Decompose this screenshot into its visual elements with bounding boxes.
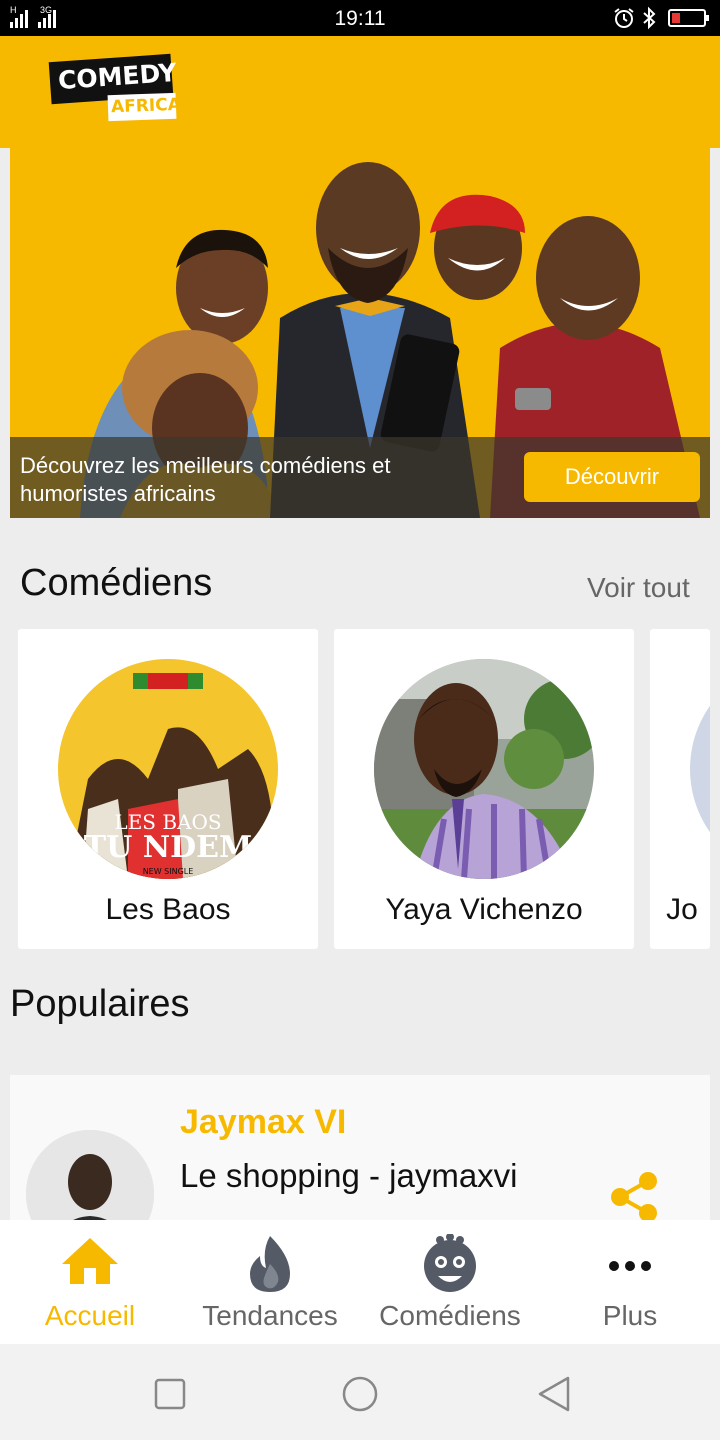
nav-tendances[interactable]: Tendances (180, 1220, 360, 1344)
comedian-name: Jo (666, 893, 698, 926)
app-header: COMEDY AFRICA (0, 36, 720, 148)
nav-plus[interactable]: Plus (540, 1220, 720, 1344)
author-avatar (26, 1130, 154, 1225)
comedian-name: Les Baos (105, 893, 231, 926)
bottom-navigation: Accueil Tendances Comédiens Plus (0, 1220, 720, 1344)
status-bar: H 3G 19:11 (0, 0, 720, 36)
home-circle-icon[interactable] (340, 1374, 380, 1414)
see-all-link[interactable]: Voir tout (587, 572, 690, 604)
comedian-card[interactable]: LES BAOS TU NDEM NEW SINGLE Les Baos (18, 629, 318, 949)
poster-line-2: TU NDEM (84, 830, 252, 865)
nav-comediens[interactable]: Comédiens (360, 1220, 540, 1344)
system-navigation-bar (0, 1344, 720, 1440)
share-icon[interactable] (610, 1171, 660, 1223)
logo-text-africa: AFRICA (110, 94, 182, 118)
bluetooth-icon (643, 6, 656, 30)
populaires-section-title: Populaires (10, 983, 190, 1025)
comedian-avatar: LES BAOS TU NDEM NEW SINGLE (58, 659, 278, 879)
comediens-section-title: Comédiens (20, 562, 213, 604)
recents-icon[interactable] (150, 1374, 190, 1414)
comedian-face-icon (424, 1234, 476, 1292)
alarm-icon (614, 8, 634, 28)
comedian-card[interactable]: Yaya Vichenzo (334, 629, 634, 949)
comedian-avatar (690, 659, 710, 879)
status-time: 19:11 (334, 7, 386, 30)
hero-caption: Découvrez les meilleurs comédiens et hum… (20, 453, 391, 506)
nav-label: Plus (602, 1300, 658, 1331)
comedian-avatar (374, 659, 594, 879)
popular-title[interactable]: Le shopping - jaymaxvi (180, 1157, 518, 1195)
back-icon[interactable] (534, 1374, 574, 1414)
nav-label: Accueil (44, 1300, 136, 1331)
popular-author[interactable]: Jaymax VI (180, 1103, 346, 1142)
popular-video-item[interactable]: Jaymax VI Le shopping - jaymaxvi (10, 1075, 710, 1225)
hero-banner[interactable]: Découvrez les meilleurs comédiens et hum… (10, 148, 710, 518)
nav-accueil[interactable]: Accueil (0, 1220, 180, 1344)
nav-label: Comédiens (379, 1300, 521, 1331)
comedy-africa-logo[interactable]: COMEDY AFRICA (48, 52, 182, 122)
comedian-card[interactable]: Jo (650, 629, 710, 949)
battery-icon (668, 9, 709, 27)
home-icon (62, 1238, 118, 1284)
discover-button[interactable]: Découvrir (524, 452, 700, 502)
poster-line-3: NEW SINGLE (143, 867, 194, 876)
nav-label: Tendances (202, 1300, 338, 1331)
flame-icon (250, 1236, 290, 1292)
more-dots-icon (609, 1261, 651, 1271)
comedian-name: Yaya Vichenzo (385, 893, 583, 926)
